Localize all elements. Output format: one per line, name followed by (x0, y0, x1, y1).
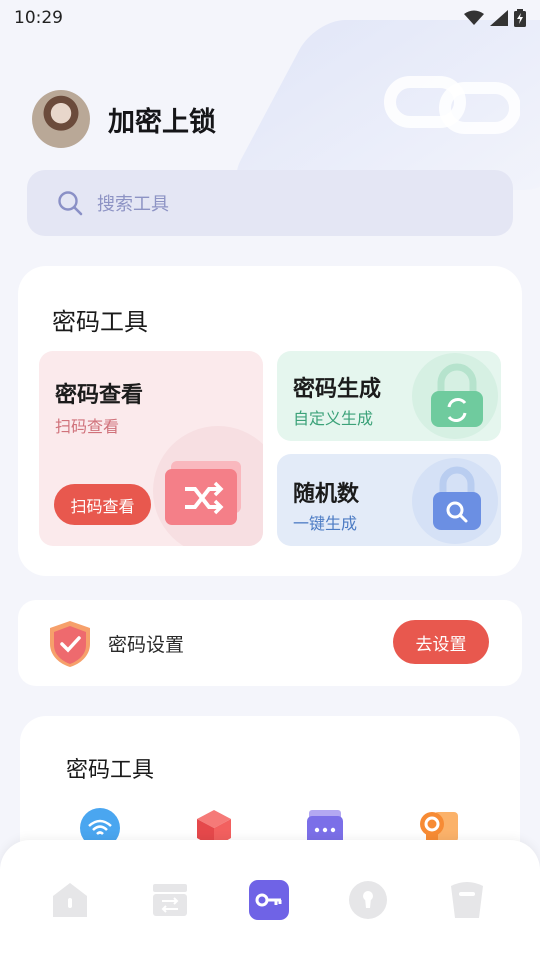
page-title: 加密上锁 (108, 106, 216, 138)
tools-grid-title: 密码工具 (66, 758, 155, 783)
password-view-subtitle: 扫码查看 (55, 417, 120, 436)
chain-link-icon (384, 76, 520, 134)
password-tools-title: 密码工具 (52, 308, 148, 336)
search-placeholder: 搜索工具 (97, 194, 169, 215)
password-tools-card: 密码工具 密码查看 扫码查看 扫码查看 密码生成 自定义生成 随机数 一键生成 (18, 266, 522, 576)
scan-view-button[interactable]: 扫码查看 (54, 484, 151, 525)
random-number-subtitle: 一键生成 (293, 514, 358, 533)
search-input[interactable]: 搜索工具 (27, 170, 513, 236)
password-view-title: 密码查看 (55, 383, 144, 408)
home-icon[interactable] (50, 880, 90, 920)
password-settings-label: 密码设置 (108, 634, 185, 656)
random-number-tile[interactable]: 随机数 一键生成 (277, 454, 501, 546)
search-icon (58, 191, 83, 216)
random-number-title: 随机数 (293, 482, 360, 507)
bottom-navigation (0, 840, 540, 960)
password-generate-title: 密码生成 (293, 377, 382, 402)
profile-header: 加密上锁 (32, 90, 216, 148)
shield-check-icon (50, 621, 90, 667)
lock-refresh-icon (431, 363, 483, 427)
lock-search-icon (433, 466, 481, 530)
avatar[interactable] (32, 90, 90, 148)
shuffle-folder-icon (165, 461, 241, 525)
go-settings-button[interactable]: 去设置 (393, 620, 489, 664)
key-icon[interactable] (249, 880, 289, 920)
status-bar: 10:29 (0, 0, 540, 36)
cell-signal-icon (490, 10, 508, 26)
wifi-signal-icon (464, 10, 484, 25)
archive-icon[interactable] (150, 880, 190, 920)
password-generate-subtitle: 自定义生成 (293, 409, 374, 428)
password-view-tile[interactable]: 密码查看 扫码查看 扫码查看 (39, 351, 263, 546)
status-icons (464, 9, 526, 27)
cup-icon[interactable] (447, 880, 487, 920)
password-settings-card[interactable]: 密码设置 去设置 (18, 600, 522, 686)
status-time: 10:29 (14, 8, 63, 28)
battery-icon (514, 9, 526, 27)
keyhole-icon[interactable] (348, 880, 388, 920)
password-generate-tile[interactable]: 密码生成 自定义生成 (277, 351, 501, 441)
